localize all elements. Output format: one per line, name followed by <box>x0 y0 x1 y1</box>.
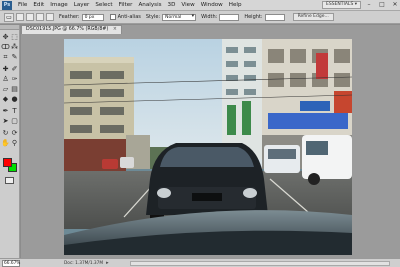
type-tool-icon[interactable]: T <box>10 107 19 116</box>
eraser-tool-icon[interactable]: ▱ <box>1 85 10 94</box>
menu-file[interactable]: File <box>18 0 27 11</box>
menu-right-controls: ESSENTIALS ▾ – □ ✕ <box>322 1 400 9</box>
menu-bar: Ps File Edit Image Layer Select Filter A… <box>0 0 400 11</box>
style-select[interactable]: Normal <box>162 13 197 21</box>
antialias-checkbox[interactable] <box>109 14 116 20</box>
horizontal-scrollbar[interactable] <box>130 261 390 266</box>
blur-tool-icon[interactable]: ◆ <box>1 95 10 104</box>
intersect-selection-icon[interactable] <box>46 13 54 21</box>
menu-3d[interactable]: 3D <box>168 0 176 11</box>
menu-layer[interactable]: Layer <box>74 0 90 11</box>
brush-tool-icon[interactable]: ✐ <box>10 65 19 74</box>
menu-help[interactable]: Help <box>229 0 242 11</box>
document-tab-title: DSC01915.JPG @ 66.7% (RGB/8#) <box>26 27 109 32</box>
photoshop-window: Ps File Edit Image Layer Select Filter A… <box>0 0 400 267</box>
dodge-tool-icon[interactable]: ● <box>10 95 19 104</box>
quick-select-tool-icon[interactable]: ⁂ <box>10 43 19 52</box>
document-tab[interactable]: DSC01915.JPG @ 66.7% (RGB/8#) × <box>21 25 122 34</box>
menu-analysis[interactable]: Analysis <box>138 0 161 11</box>
add-selection-icon[interactable] <box>26 13 34 21</box>
foreground-color-swatch[interactable] <box>3 158 12 167</box>
image-canvas[interactable] <box>64 39 352 255</box>
feather-input[interactable]: 0 px <box>81 13 104 21</box>
toolbox-grip[interactable] <box>0 25 19 30</box>
subtract-selection-icon[interactable] <box>36 13 44 21</box>
path-selection-tool-icon[interactable]: ➤ <box>1 117 10 126</box>
workspace-switcher[interactable]: ESSENTIALS ▾ <box>322 1 361 9</box>
zoom-tool-icon[interactable]: ⚲ <box>10 139 19 148</box>
3d-orbit-tool-icon[interactable]: ⟳ <box>10 129 19 138</box>
move-tool-icon[interactable]: ✥ <box>1 33 10 42</box>
document-size-info: Doc: 1.37M/1.37M <box>64 260 104 266</box>
quick-mask-icon[interactable] <box>5 177 14 184</box>
status-menu-arrow-icon[interactable]: ▸ <box>106 260 109 266</box>
menu-edit[interactable]: Edit <box>33 0 44 11</box>
photoshop-logo: Ps <box>2 0 12 10</box>
shape-tool-icon[interactable]: ▢ <box>10 117 19 126</box>
menu-image[interactable]: Image <box>50 0 68 11</box>
3d-rotate-tool-icon[interactable]: ↻ <box>1 129 10 138</box>
refine-edge-button[interactable]: Refine Edge... <box>292 13 334 21</box>
menu-filter[interactable]: Filter <box>119 0 133 11</box>
new-selection-icon[interactable] <box>16 13 24 21</box>
menu-window[interactable]: Window <box>201 0 223 11</box>
gradient-tool-icon[interactable]: ▤ <box>10 85 19 94</box>
width-label: Width: <box>201 14 218 20</box>
lasso-tool-icon[interactable]: ↀ <box>1 43 10 52</box>
restore-icon[interactable]: □ <box>377 1 387 9</box>
style-label: Style: <box>145 14 161 20</box>
eyedropper-tool-icon[interactable]: ✎ <box>10 53 19 62</box>
marquee-tool-icon[interactable]: ⬚ <box>10 33 19 42</box>
minimize-icon[interactable]: – <box>364 1 374 9</box>
width-input[interactable] <box>219 13 240 21</box>
street-photo <box>64 39 352 255</box>
height-input[interactable] <box>264 13 285 21</box>
tool-preset-icon[interactable]: ▭ <box>4 12 14 22</box>
healing-brush-tool-icon[interactable]: ✚ <box>1 65 10 74</box>
height-label: Height: <box>244 14 263 20</box>
pen-tool-icon[interactable]: ✒ <box>1 107 10 116</box>
status-bar: 66.67% Doc: 1.37M/1.37M ▸ <box>0 258 400 267</box>
antialias-label: Anti-alias <box>117 14 141 20</box>
close-icon[interactable]: × <box>113 27 117 32</box>
zoom-level-field[interactable]: 66.67% <box>2 259 20 267</box>
feather-label: Feather: <box>59 14 80 20</box>
crop-tool-icon[interactable]: ⌗ <box>1 53 10 62</box>
right-building-tall <box>222 39 262 159</box>
document-window: DSC01915.JPG @ 66.7% (RGB/8#) × <box>21 25 400 258</box>
hand-tool-icon[interactable]: ✋ <box>1 139 10 148</box>
toolbox: ✥ ⬚ ↀ ⁂ ⌗ ✎ ✚ ✐ ♙ ✑ ▱ ▤ ◆ ● ✒ T ➤ ▢ ↻ ⟳ … <box>0 25 20 265</box>
menu-select[interactable]: Select <box>95 0 112 11</box>
menu-view[interactable]: View <box>181 0 194 11</box>
options-bar: ▭ Feather: 0 px Anti-alias Style: Normal… <box>0 11 400 24</box>
clone-stamp-tool-icon[interactable]: ♙ <box>1 75 10 84</box>
history-brush-tool-icon[interactable]: ✑ <box>10 75 19 84</box>
close-icon[interactable]: ✕ <box>390 1 400 9</box>
